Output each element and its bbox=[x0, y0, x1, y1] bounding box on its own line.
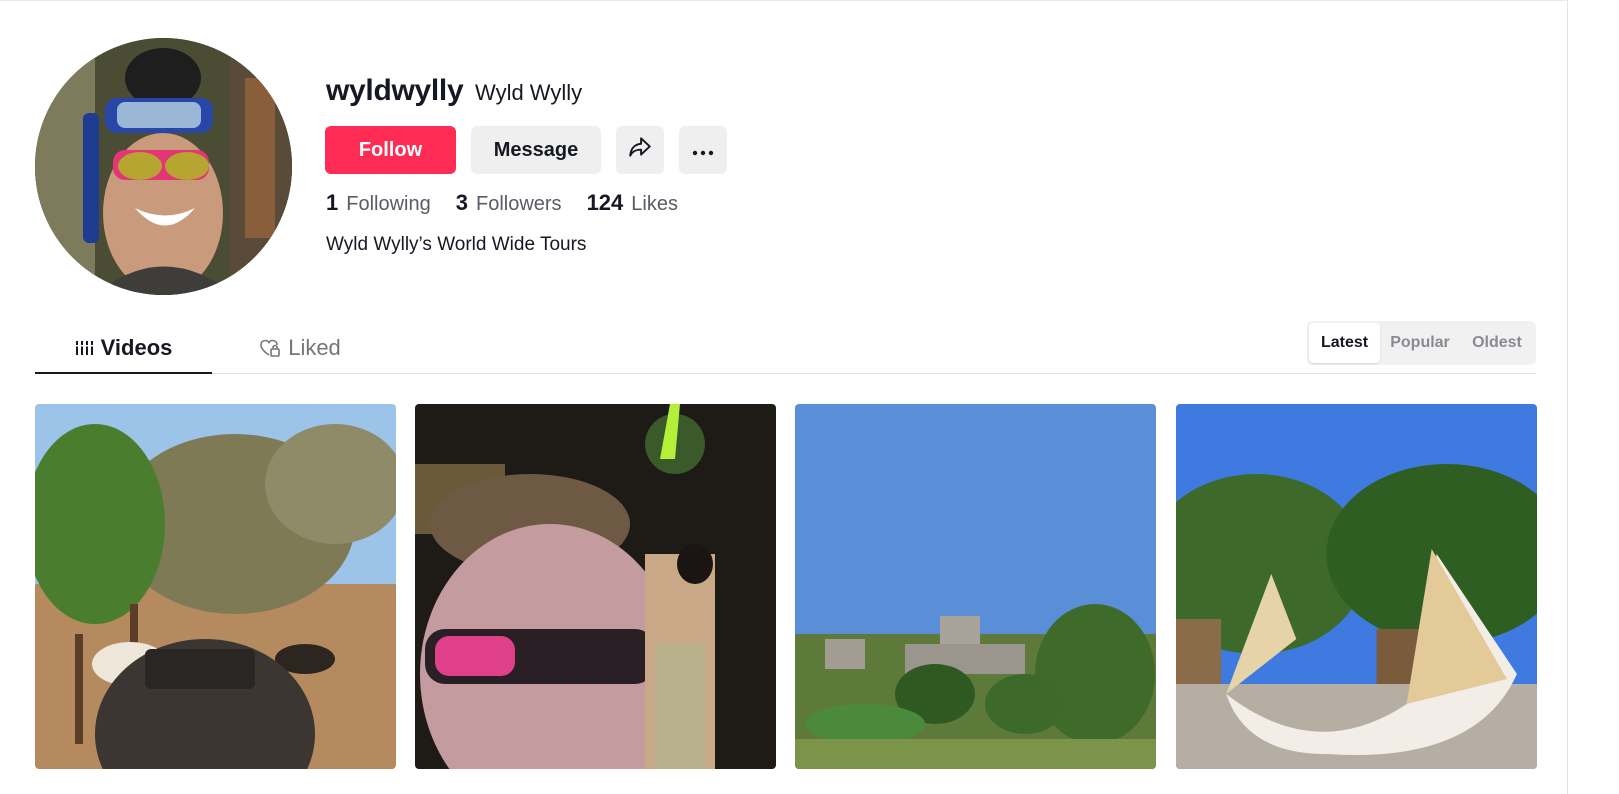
avatar[interactable] bbox=[35, 38, 292, 295]
grid-lines-icon bbox=[74, 339, 93, 357]
nickname: Wyld Wylly bbox=[475, 80, 583, 105]
tab-label: Liked bbox=[288, 334, 341, 360]
more-button[interactable] bbox=[679, 126, 727, 174]
username: wyldwylly bbox=[326, 74, 464, 107]
tab-label: Videos bbox=[100, 334, 173, 360]
sort-latest[interactable]: Latest bbox=[1309, 323, 1380, 363]
scrollbar[interactable] bbox=[1567, 0, 1619, 794]
sort-popular[interactable]: Popular bbox=[1380, 323, 1460, 363]
tab-videos[interactable]: Videos bbox=[35, 322, 212, 374]
message-button[interactable]: Message bbox=[471, 126, 601, 174]
stat-label: Followers bbox=[475, 193, 562, 215]
video-thumbnail-image bbox=[795, 404, 1156, 769]
video-thumbnail[interactable] bbox=[415, 404, 776, 769]
video-thumbnail-image bbox=[35, 404, 396, 769]
profile-bio: Wyld Wylly’s World Wide Tours bbox=[326, 234, 587, 255]
video-thumbnail-image bbox=[1176, 404, 1537, 769]
stat-followers[interactable]: 3 Followers bbox=[456, 190, 562, 216]
profile-stats: 1 Following 3 Followers 124 Likes bbox=[326, 190, 703, 216]
stat-count: 1 bbox=[326, 190, 339, 215]
stat-count: 124 bbox=[586, 190, 624, 215]
stat-following[interactable]: 1 Following bbox=[326, 190, 431, 216]
share-button[interactable] bbox=[616, 126, 664, 174]
follow-button[interactable]: Follow bbox=[325, 126, 456, 174]
share-arrow-icon bbox=[627, 134, 653, 166]
video-thumbnail[interactable] bbox=[1176, 404, 1537, 769]
more-horizontal-icon bbox=[692, 139, 714, 162]
video-thumbnail[interactable] bbox=[795, 404, 1156, 769]
avatar-image bbox=[35, 38, 292, 295]
sort-toggle: Latest Popular Oldest bbox=[1307, 321, 1536, 365]
stat-label: Likes bbox=[631, 193, 678, 215]
stat-count: 3 bbox=[455, 190, 468, 215]
top-border bbox=[0, 0, 1619, 1]
stat-likes: 124 Likes bbox=[587, 190, 678, 216]
tab-liked[interactable]: Liked bbox=[212, 322, 389, 373]
sort-oldest[interactable]: Oldest bbox=[1460, 323, 1534, 363]
stat-label: Following bbox=[346, 193, 431, 215]
heart-lock-icon bbox=[260, 339, 281, 357]
active-tab-indicator bbox=[35, 372, 212, 374]
video-thumbnail-image bbox=[415, 404, 776, 769]
video-thumbnail[interactable] bbox=[35, 404, 396, 769]
